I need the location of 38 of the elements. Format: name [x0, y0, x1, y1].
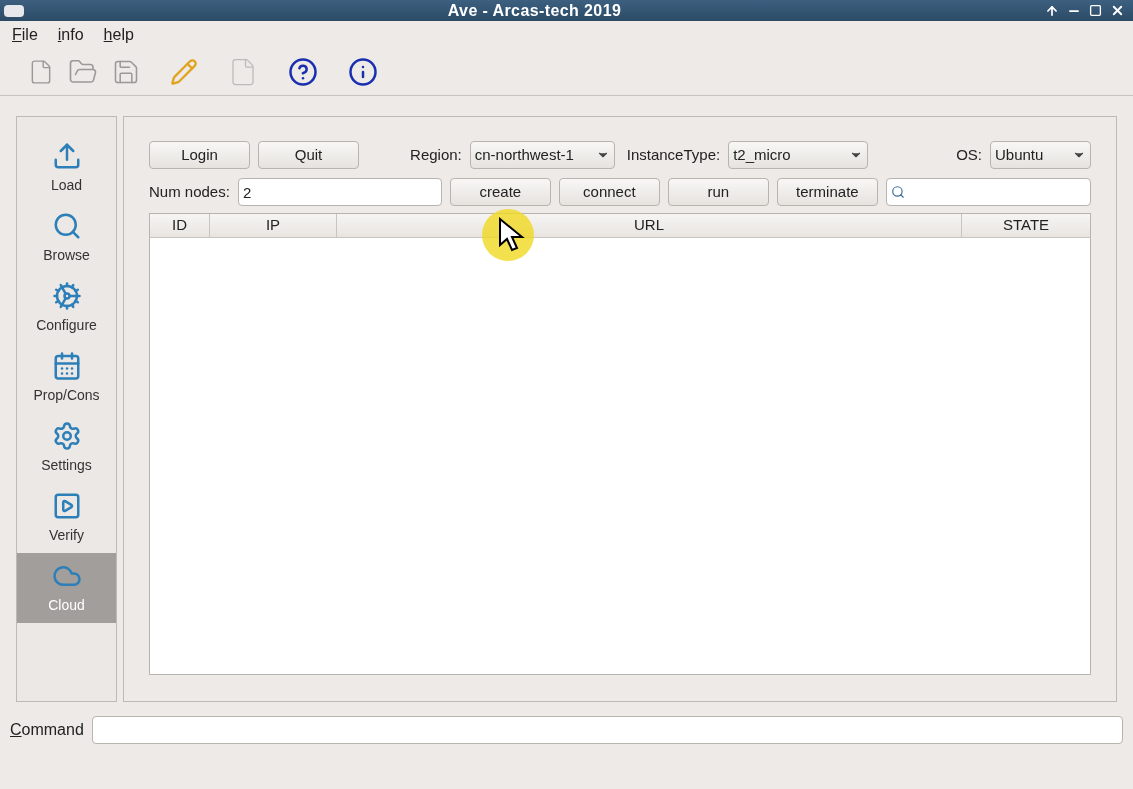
menu-item[interactable]: help	[99, 22, 138, 47]
maximize-icon[interactable]	[1089, 4, 1102, 17]
sidebar-item[interactable]: Browse	[17, 203, 116, 273]
column-header[interactable]: STATE	[962, 214, 1090, 237]
window-menu-icon[interactable]	[4, 4, 24, 17]
num-nodes-field[interactable]: 2	[237, 178, 442, 206]
window-title: Ave - Arcas-tech 2019	[446, 0, 623, 21]
column-header[interactable]: IP	[210, 214, 337, 237]
close-icon[interactable]	[1110, 3, 1125, 18]
run-button[interactable]: run	[667, 178, 769, 206]
os-dropdown[interactable]: Ubuntu	[990, 141, 1091, 169]
sidebar-item[interactable]: Load	[17, 133, 116, 203]
sidebar-item[interactable]: Settings	[17, 413, 116, 483]
settings-icon	[51, 420, 82, 451]
sidebar-item[interactable]: Verify	[17, 483, 116, 553]
menu-item[interactable]: info	[53, 22, 88, 47]
menu-item[interactable]: File	[8, 22, 42, 47]
column-header[interactable]: ID	[150, 214, 210, 237]
info-icon[interactable]	[348, 56, 378, 87]
region-dropdown[interactable]: cn-northwest-1	[469, 141, 615, 169]
instance-type-label: InstanceType:	[626, 144, 721, 165]
calendar-icon	[51, 350, 82, 381]
configure-icon	[51, 280, 82, 311]
num-nodes-label: Num nodes:	[149, 181, 230, 202]
sidebar-item[interactable]: Configure	[17, 273, 116, 343]
command-field[interactable]	[91, 716, 1123, 744]
pin-icon[interactable]	[1045, 3, 1059, 18]
terminate-button[interactable]: terminate	[776, 178, 878, 206]
connect-button[interactable]: connect	[558, 178, 660, 206]
create-button[interactable]: create	[449, 178, 551, 206]
instance-type-dropdown[interactable]: t2_micro	[728, 141, 869, 169]
search-field[interactable]	[885, 178, 1091, 206]
region-label: Region:	[410, 144, 462, 165]
search-icon	[890, 185, 905, 199]
os-label: OS:	[956, 144, 982, 165]
help-icon[interactable]	[288, 56, 318, 87]
command-label: Command	[10, 720, 84, 740]
sidebar-item[interactable]: Prop/Cons	[17, 343, 116, 413]
